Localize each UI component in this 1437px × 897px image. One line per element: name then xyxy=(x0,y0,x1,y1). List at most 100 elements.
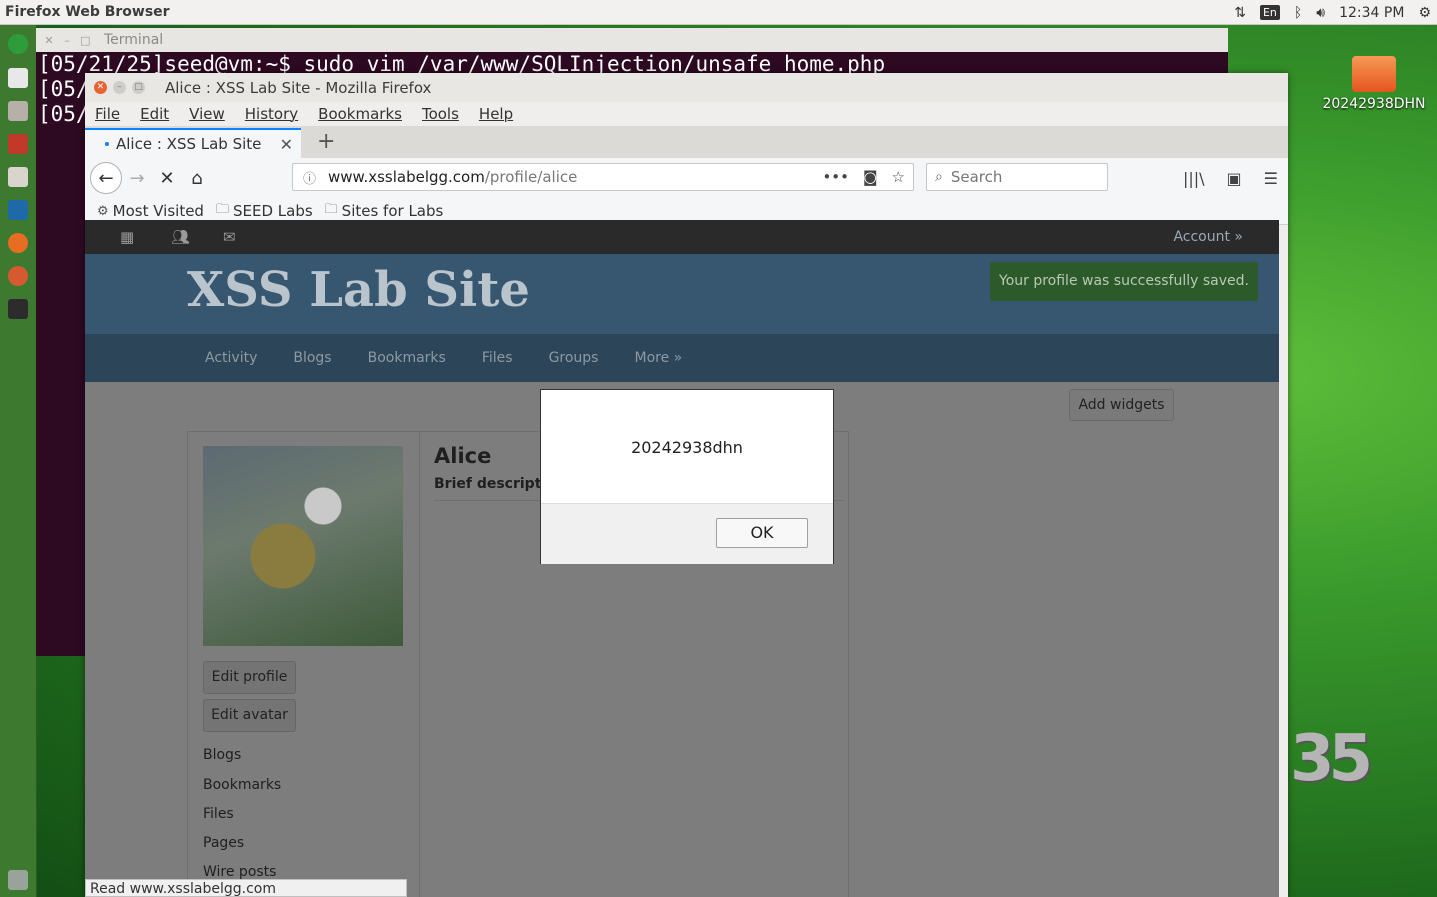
profile-sidebar: Edit profile Edit avatar Blogs Bookmarks… xyxy=(188,432,420,897)
menu-view[interactable]: View xyxy=(189,105,225,123)
status-bar: Read www.xsslabelgg.com xyxy=(85,879,407,897)
tab-label: Alice : XSS Lab Site xyxy=(116,135,262,153)
bookmark-star-icon[interactable]: ☆ xyxy=(892,168,905,186)
terminal-title: Terminal xyxy=(104,32,164,48)
forward-arrow-icon: → xyxy=(129,167,145,189)
keyboard-layout-indicator[interactable]: En xyxy=(1259,5,1280,20)
menu-bar: File Edit View History Bookmarks Tools H… xyxy=(85,102,1288,126)
search-input[interactable] xyxy=(948,167,1093,187)
avatar[interactable] xyxy=(203,446,403,646)
search-bar[interactable]: ⌕ xyxy=(926,163,1108,191)
nav-bookmarks[interactable]: Bookmarks xyxy=(368,350,446,366)
firefox-titlebar[interactable]: ✕ – □ Alice : XSS Lab Site - Mozilla Fir… xyxy=(85,73,1288,102)
ok-button[interactable]: OK xyxy=(716,518,808,548)
menu-edit[interactable]: Edit xyxy=(140,105,169,123)
messages-icon[interactable]: ✉ xyxy=(223,228,241,246)
back-button[interactable]: ← xyxy=(90,162,122,194)
launcher-wireshark-icon[interactable] xyxy=(5,197,31,223)
menu-history[interactable]: History xyxy=(245,105,298,123)
folder-label: 20242938DHN xyxy=(1322,96,1426,112)
network-icon[interactable]: ⇅ xyxy=(1234,5,1246,21)
gear-icon: ⚙ xyxy=(97,203,109,219)
bookmark-sites-for-labs[interactable]: 🗀 Sites for Labs xyxy=(325,200,444,222)
new-tab-icon[interactable]: + xyxy=(317,129,335,154)
desktop-folder[interactable]: 20242938DHN xyxy=(1322,50,1426,112)
nav-activity[interactable]: Activity xyxy=(205,350,257,366)
folder-icon[interactable] xyxy=(1352,56,1396,92)
bookmark-seed-labs[interactable]: 🗀 SEED Labs xyxy=(216,200,313,222)
folder-icon: 🗀 xyxy=(215,202,229,217)
nav-groups[interactable]: Groups xyxy=(549,350,599,366)
alert-message: 20242938dhn xyxy=(631,438,743,457)
menu-file[interactable]: File xyxy=(95,105,120,123)
bookmark-most-visited[interactable]: ⚙ Most Visited xyxy=(97,202,204,220)
close-icon[interactable]: ✕ xyxy=(94,81,107,94)
minimize-icon[interactable]: – xyxy=(62,34,72,47)
launcher-dash-icon[interactable] xyxy=(5,31,31,57)
sidebar-icon[interactable]: ▣ xyxy=(1227,169,1242,188)
page-actions-icon[interactable]: ••• xyxy=(822,168,849,186)
home-button[interactable]: ⌂ xyxy=(182,163,212,193)
launcher-text-editor-icon[interactable] xyxy=(5,65,31,91)
launcher-terminal-icon[interactable] xyxy=(5,296,31,322)
stop-button[interactable]: ✕ xyxy=(152,163,182,193)
profile-link-blogs[interactable]: Blogs xyxy=(203,747,241,763)
url-path: /profile/alice xyxy=(484,168,578,186)
search-icon: ⌕ xyxy=(935,169,943,185)
minimize-icon[interactable]: – xyxy=(113,81,126,94)
launcher-settings-icon[interactable] xyxy=(5,263,31,289)
brief-description-label: Brief descriptio xyxy=(434,476,556,492)
bookmark-label: SEED Labs xyxy=(232,202,313,220)
hamburger-menu-icon[interactable]: ☰ xyxy=(1264,169,1278,188)
site-nav: Activity Blogs Bookmarks Files Groups Mo… xyxy=(85,334,1279,382)
site-topbar: ▦ 👥︎ ✉ Account » xyxy=(85,220,1279,254)
library-icon[interactable]: |||\ xyxy=(1183,169,1205,188)
launcher-calc-icon[interactable] xyxy=(5,98,31,124)
launcher-app-icon[interactable] xyxy=(5,131,31,157)
url-host: www.xsslabelgg.com xyxy=(328,168,485,186)
close-icon[interactable]: ✕ xyxy=(44,34,54,47)
launcher-firefox-icon[interactable] xyxy=(5,230,31,256)
account-menu[interactable]: Account » xyxy=(1173,229,1243,245)
info-icon[interactable]: ⓘ xyxy=(303,168,316,187)
site-logo-icon[interactable]: ▦ xyxy=(120,228,138,246)
friends-icon[interactable]: 👥︎ xyxy=(171,228,190,246)
terminal-titlebar[interactable]: ✕ – □ Terminal xyxy=(36,28,1228,52)
menu-bookmarks[interactable]: Bookmarks xyxy=(318,105,402,123)
trash-icon[interactable] xyxy=(5,867,31,893)
maximize-icon[interactable]: □ xyxy=(80,34,90,47)
menu-help[interactable]: Help xyxy=(479,105,513,123)
edit-avatar-button[interactable]: Edit avatar xyxy=(203,699,296,732)
loading-dot-icon xyxy=(105,142,109,146)
settings-gear-icon[interactable]: ⚙ xyxy=(1418,5,1431,21)
tab-alice[interactable]: Alice : XSS Lab Site ✕ xyxy=(85,128,301,158)
clock[interactable]: 12:34 PM xyxy=(1339,5,1404,21)
profile-link-wire-posts[interactable]: Wire posts xyxy=(203,864,276,880)
desktop-logo: 35 xyxy=(1290,722,1373,796)
launcher-files-icon[interactable] xyxy=(5,164,31,190)
navigation-toolbar: ← → ✕ ⌂ ⓘ www.xsslabelgg.com/profile/ali… xyxy=(85,158,1288,198)
window-title: Alice : XSS Lab Site - Mozilla Firefox xyxy=(165,78,432,97)
alert-footer: OK xyxy=(541,503,833,564)
add-widgets-button[interactable]: Add widgets xyxy=(1069,389,1174,421)
profile-link-bookmarks[interactable]: Bookmarks xyxy=(203,777,281,793)
launcher xyxy=(0,25,37,897)
profile-link-pages[interactable]: Pages xyxy=(203,835,244,851)
bluetooth-icon[interactable]: ᛒ xyxy=(1294,5,1302,21)
url-bar[interactable]: ⓘ www.xsslabelgg.com/profile/alice ••• ◙… xyxy=(292,163,914,191)
profile-link-files[interactable]: Files xyxy=(203,806,234,822)
edit-profile-button[interactable]: Edit profile xyxy=(203,661,296,694)
success-message[interactable]: Your profile was successfully saved. xyxy=(990,262,1258,301)
forward-button[interactable]: → xyxy=(122,163,152,193)
menu-tools[interactable]: Tools xyxy=(422,105,459,123)
nav-more[interactable]: More » xyxy=(634,350,682,366)
tab-close-icon[interactable]: ✕ xyxy=(280,135,293,154)
folder-icon: 🗀 xyxy=(324,202,338,217)
volume-icon[interactable]: 🔊︎ xyxy=(1316,5,1325,21)
pocket-icon[interactable]: ◙ xyxy=(863,168,878,186)
nav-blogs[interactable]: Blogs xyxy=(293,350,331,366)
site-brand[interactable]: XSS Lab Site xyxy=(187,262,530,318)
alert-dialog: 20242938dhn OK xyxy=(540,389,834,564)
maximize-icon[interactable]: □ xyxy=(132,81,145,94)
nav-files[interactable]: Files xyxy=(482,350,513,366)
